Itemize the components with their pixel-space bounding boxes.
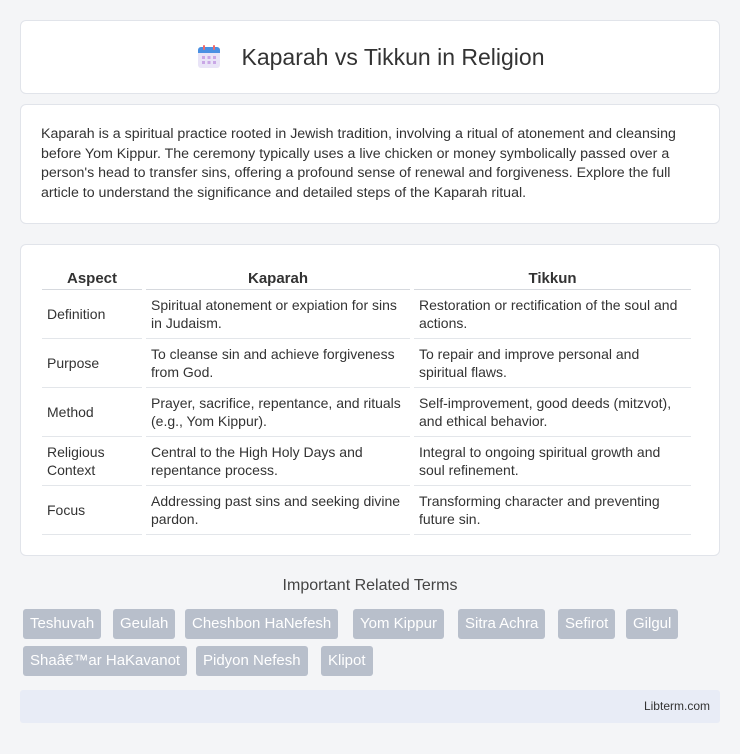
tag-sitra-achra[interactable]: Sitra Achra <box>458 609 546 639</box>
row-kaparah: Prayer, sacrifice, repentance, and ritua… <box>146 388 410 437</box>
row-tikkun: Transforming character and preventing fu… <box>414 486 691 535</box>
row-kaparah: Spiritual atonement or expiation for sin… <box>146 290 410 339</box>
row-kaparah: Addressing past sins and seeking divine … <box>146 486 410 535</box>
table-row: Purpose To cleanse sin and achieve forgi… <box>42 339 691 388</box>
table-header-row: Aspect Kaparah Tikkun <box>42 265 691 290</box>
comparison-card: Aspect Kaparah Tikkun Definition Spiritu… <box>20 244 720 556</box>
row-tikkun: Restoration or rectification of the soul… <box>414 290 691 339</box>
tag-gilgul[interactable]: Gilgul <box>626 609 679 639</box>
tag-shaar-hakavanot[interactable]: Shaâ€™ar HaKavanot <box>23 646 188 676</box>
tag-cheshbon-hanefesh[interactable]: Cheshbon HaNefesh <box>185 609 339 639</box>
row-tikkun: Integral to ongoing spiritual growth and… <box>414 437 691 486</box>
intro-text: Kaparah is a spiritual practice rooted i… <box>41 126 676 201</box>
header-tikkun: Tikkun <box>414 265 691 290</box>
tag-yom-kippur[interactable]: Yom Kippur <box>353 609 444 639</box>
row-aspect: Definition <box>42 290 142 339</box>
row-tikkun: Self-improvement, good deeds (mitzvot), … <box>414 388 691 437</box>
calendar-icon <box>197 45 220 68</box>
row-aspect: Focus <box>42 486 142 535</box>
page-title: Kaparah vs Tikkun in Religion <box>241 43 545 70</box>
tag-pidyon-nefesh[interactable]: Pidyon Nefesh <box>196 646 308 676</box>
table-row: Method Prayer, sacrifice, repentance, an… <box>42 388 691 437</box>
row-tikkun: To repair and improve personal and spiri… <box>414 339 691 388</box>
tag-sefirot[interactable]: Sefirot <box>558 609 616 639</box>
row-aspect: Method <box>42 388 142 437</box>
row-kaparah: Central to the High Holy Days and repent… <box>146 437 410 486</box>
related-terms-title: Important Related Terms <box>282 577 458 594</box>
footer-site[interactable]: Libterm.com <box>644 699 710 713</box>
comparison-table: Aspect Kaparah Tikkun Definition Spiritu… <box>38 265 695 535</box>
row-aspect: Purpose <box>42 339 142 388</box>
tag-klipot[interactable]: Klipot <box>321 646 373 676</box>
title-card: Kaparah vs Tikkun in Religion <box>20 20 720 94</box>
table-row: Religious Context Central to the High Ho… <box>42 437 691 486</box>
table-row: Definition Spiritual atonement or expiat… <box>42 290 691 339</box>
table-row: Focus Addressing past sins and seeking d… <box>42 486 691 535</box>
intro-card: Kaparah is a spiritual practice rooted i… <box>20 104 720 224</box>
footer: Libterm.com <box>20 690 720 723</box>
row-kaparah: To cleanse sin and achieve forgiveness f… <box>146 339 410 388</box>
tag-geulah[interactable]: Geulah <box>113 609 176 639</box>
tag-teshuvah[interactable]: Teshuvah <box>23 609 102 639</box>
row-aspect: Religious Context <box>42 437 142 486</box>
header-aspect: Aspect <box>42 265 142 290</box>
header-kaparah: Kaparah <box>146 265 410 290</box>
